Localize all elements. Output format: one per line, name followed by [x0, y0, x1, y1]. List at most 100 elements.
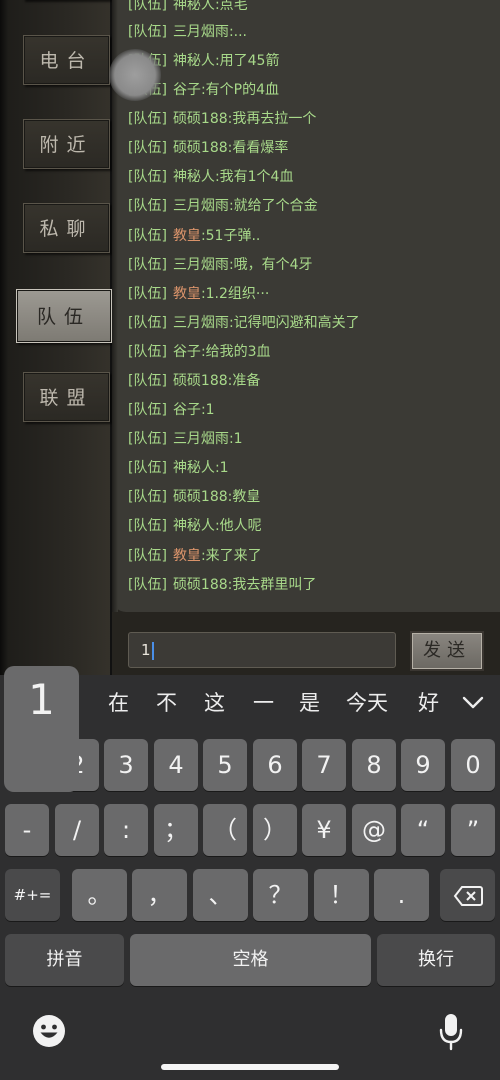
- sender-name[interactable]: 三月烟雨: [173, 198, 229, 214]
- channel-tag: [队伍]: [128, 344, 167, 360]
- number-key[interactable]: 6: [253, 739, 297, 791]
- backspace-icon: [453, 886, 483, 906]
- channel-tag: [队伍]: [128, 286, 167, 302]
- sender-name[interactable]: 谷子: [173, 344, 201, 360]
- channel-tag: [队伍]: [128, 460, 167, 476]
- symbol-key[interactable]: （: [203, 804, 247, 856]
- chat-message: [队伍] 硕硕188:教皇: [128, 485, 260, 509]
- channel-tag: [队伍]: [128, 228, 167, 244]
- tab-alliance[interactable]: 联盟: [23, 372, 110, 422]
- punctuation-key[interactable]: ！: [314, 869, 369, 921]
- pinyin-key[interactable]: 拼音: [5, 934, 124, 986]
- chat-message: [队伍] 谷子:1: [128, 398, 215, 422]
- chevron-down-icon[interactable]: [459, 689, 487, 717]
- sender-name[interactable]: 三月烟雨: [173, 315, 229, 331]
- tab-nearby[interactable]: 附近: [23, 119, 110, 169]
- sender-name[interactable]: 硕硕188: [173, 489, 228, 505]
- message-text: :哦，有个4牙: [228, 257, 313, 273]
- punctuation-key[interactable]: 。: [72, 869, 127, 921]
- chat-input[interactable]: 1: [128, 632, 396, 668]
- sender-name[interactable]: 教皇: [173, 286, 201, 302]
- chat-message: [队伍] 教皇:来了来了: [128, 544, 262, 568]
- number-key[interactable]: 0: [451, 739, 495, 791]
- chat-message: [队伍] 硕硕188:我去群里叫了: [128, 573, 316, 597]
- message-text: :有个P的4血: [200, 82, 280, 98]
- message-text: :他人呢: [214, 518, 262, 534]
- candidate-item[interactable]: 一: [253, 687, 274, 717]
- number-key[interactable]: 8: [352, 739, 396, 791]
- symbol-mode-key[interactable]: #+=: [5, 869, 60, 921]
- symbol-key[interactable]: ¥: [302, 804, 346, 856]
- sender-name[interactable]: 神秘人: [173, 518, 215, 534]
- message-text: :准备: [227, 373, 261, 389]
- sender-name[interactable]: 硕硕188: [173, 140, 228, 156]
- message-text: :给我的3血: [200, 344, 271, 360]
- message-text: :记得吧闪避和高关了: [228, 315, 360, 331]
- message-text: :1: [214, 460, 229, 476]
- message-text: :来了来了: [200, 548, 262, 564]
- message-text: :我去群里叫了: [227, 577, 317, 593]
- sender-name[interactable]: 教皇: [173, 228, 201, 244]
- candidate-item[interactable]: 是: [299, 687, 320, 717]
- candidate-item[interactable]: 今天: [346, 687, 388, 717]
- chat-message: [队伍] 三月烟雨:记得吧闪避和高关了: [128, 311, 360, 335]
- delete-key[interactable]: [440, 869, 495, 921]
- symbol-key[interactable]: -: [5, 804, 49, 856]
- symbol-key[interactable]: “: [401, 804, 445, 856]
- sender-name[interactable]: 硕硕188: [173, 111, 228, 127]
- send-button[interactable]: 发送: [410, 631, 484, 671]
- number-key[interactable]: 5: [203, 739, 247, 791]
- sender-name[interactable]: 教皇: [173, 548, 201, 564]
- candidate-item[interactable]: 不: [156, 687, 177, 717]
- channel-tag: [队伍]: [128, 140, 167, 156]
- sender-name[interactable]: 硕硕188: [173, 577, 228, 593]
- symbol-key[interactable]: ”: [451, 804, 495, 856]
- punctuation-key[interactable]: ，: [132, 869, 187, 921]
- sender-name[interactable]: 谷子: [173, 82, 201, 98]
- sender-name[interactable]: 神秘人: [173, 169, 215, 185]
- symbol-key[interactable]: :: [104, 804, 148, 856]
- sender-name[interactable]: 三月烟雨: [173, 431, 229, 447]
- sender-name[interactable]: 神秘人: [173, 0, 215, 13]
- sender-name[interactable]: 三月烟雨: [173, 24, 229, 40]
- symbol-key[interactable]: ；: [154, 804, 198, 856]
- microphone-icon[interactable]: [438, 1012, 464, 1052]
- number-key[interactable]: 4: [154, 739, 198, 791]
- sender-name[interactable]: 三月烟雨: [173, 257, 229, 273]
- candidate-item[interactable]: 在: [108, 687, 129, 717]
- candidate-item[interactable]: 这: [204, 687, 225, 717]
- sender-name[interactable]: 谷子: [173, 402, 201, 418]
- symbol-key[interactable]: @: [352, 804, 396, 856]
- emoji-icon[interactable]: [31, 1013, 67, 1049]
- message-text: :1: [228, 431, 243, 447]
- candidate-item[interactable]: 好: [418, 687, 439, 717]
- text-caret: [151, 641, 154, 660]
- symbol-key[interactable]: /: [55, 804, 99, 856]
- sender-name[interactable]: 硕硕188: [173, 373, 228, 389]
- chat-message: [队伍] 三月烟雨:就给了个合金: [128, 194, 318, 218]
- tab-radio[interactable]: 电台: [23, 35, 110, 85]
- message-text: :教皇: [227, 489, 261, 505]
- symbol-key[interactable]: ）: [253, 804, 297, 856]
- space-key[interactable]: 空格: [130, 934, 371, 986]
- channel-tag: [队伍]: [128, 24, 167, 40]
- channel-tag: [队伍]: [128, 577, 167, 593]
- punctuation-key[interactable]: .: [374, 869, 429, 921]
- number-key[interactable]: 9: [401, 739, 445, 791]
- channel-tag: [队伍]: [128, 518, 167, 534]
- return-key[interactable]: 换行: [377, 934, 495, 986]
- message-text: :我再去拉一个: [227, 111, 317, 127]
- chat-message: [队伍] 教皇:51子弹..: [128, 224, 260, 248]
- punctuation-key[interactable]: ？: [253, 869, 308, 921]
- number-key[interactable]: 3: [104, 739, 148, 791]
- tab-team[interactable]: 队伍: [16, 289, 112, 343]
- chat-log[interactable]: [队伍]神秘人:点毛[队伍]三月烟雨:...[队伍]神秘人:用了45箭[队伍]谷…: [112, 0, 500, 612]
- tab-private-chat[interactable]: 私聊: [23, 203, 110, 253]
- number-key[interactable]: 7: [302, 739, 346, 791]
- sender-name[interactable]: 神秘人: [173, 460, 215, 476]
- chat-input-bar: 1 发送: [112, 612, 500, 675]
- home-indicator[interactable]: [161, 1064, 339, 1070]
- punctuation-key[interactable]: 、: [193, 869, 248, 921]
- chat-message: [队伍] 神秘人:他人呢: [128, 514, 262, 538]
- sender-name[interactable]: 神秘人: [173, 53, 215, 69]
